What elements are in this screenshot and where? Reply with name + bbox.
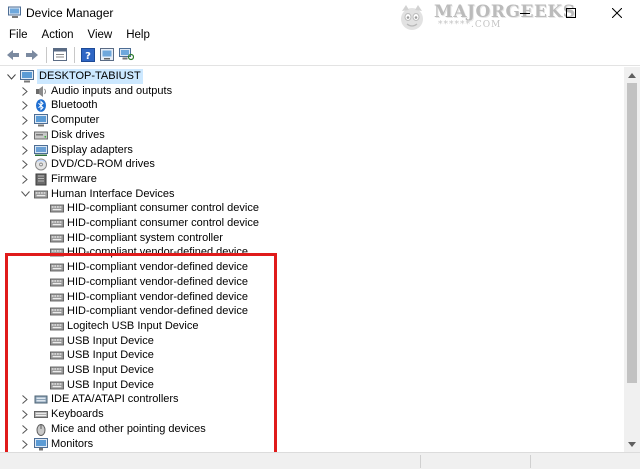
- maximize-button[interactable]: [548, 0, 594, 26]
- tree-category[interactable]: Firmware: [20, 172, 97, 187]
- tree-category[interactable]: Human Interface Devices: [20, 187, 175, 202]
- display-adapter-icon: [34, 144, 48, 157]
- vertical-scrollbar[interactable]: [624, 67, 640, 452]
- tree-category[interactable]: Display adapters: [20, 143, 133, 158]
- status-bar: [0, 452, 640, 469]
- title-bar: Device Manager MAJORGEEKS ******.COM: [0, 0, 640, 30]
- help-icon: ?: [81, 47, 95, 62]
- update-driver-icon: [100, 48, 114, 61]
- tree-item-label: Bluetooth: [51, 99, 98, 112]
- tree-item-label: Human Interface Devices: [51, 187, 175, 200]
- menu-bar: File Action View Help: [0, 26, 640, 44]
- computer-icon: [20, 70, 34, 83]
- tree-category[interactable]: Bluetooth: [20, 98, 97, 113]
- scan-hardware-button[interactable]: [117, 46, 135, 64]
- bluetooth-icon: [34, 99, 48, 113]
- tree-item-label: HID-compliant consumer control device: [67, 217, 259, 229]
- forward-button[interactable]: [23, 46, 41, 64]
- toolbar: ?: [0, 44, 640, 66]
- tree-item-label: Disk drives: [51, 128, 105, 141]
- close-button[interactable]: [594, 0, 640, 26]
- tree-item-label: Audio inputs and outputs: [51, 84, 173, 97]
- menu-view[interactable]: View: [81, 29, 120, 41]
- toolbar-separator: [46, 46, 47, 63]
- tree-category[interactable]: Audio inputs and outputs: [20, 84, 172, 99]
- tree-category[interactable]: Computer: [20, 113, 99, 128]
- device-manager-icon: [8, 6, 21, 18]
- tree-device[interactable]: HID-compliant consumer control device: [36, 216, 259, 231]
- menu-help[interactable]: Help: [119, 29, 157, 41]
- dvd-drive-icon: [34, 158, 48, 171]
- update-driver-button[interactable]: [98, 46, 116, 64]
- status-pane: [420, 455, 421, 468]
- menu-action[interactable]: Action: [35, 29, 81, 41]
- tree-root-label: DESKTOP-TABIUST: [37, 69, 143, 84]
- status-pane: [530, 455, 531, 468]
- tree-category[interactable]: Disk drives: [20, 128, 105, 143]
- chevron-down-icon[interactable]: [6, 72, 16, 82]
- chevron-right-icon[interactable]: [20, 130, 30, 140]
- tree-item-label: Computer: [51, 114, 100, 127]
- back-button[interactable]: [4, 46, 22, 64]
- tree-device[interactable]: HID-compliant consumer control device: [36, 201, 259, 216]
- chevron-down-icon: [628, 441, 636, 447]
- back-arrow-icon: [7, 49, 19, 60]
- chevron-right-icon[interactable]: [20, 86, 30, 96]
- firmware-icon: [34, 173, 48, 186]
- tree-root[interactable]: DESKTOP-TABIUST: [6, 69, 143, 84]
- tree-device[interactable]: HID-compliant system controller: [36, 231, 223, 246]
- minimize-button[interactable]: [502, 0, 548, 26]
- chevron-right-icon[interactable]: [20, 145, 30, 155]
- tree-item-label: Display adapters: [51, 143, 133, 156]
- disk-drive-icon: [34, 129, 48, 142]
- computer-icon: [34, 114, 48, 127]
- hid-device-icon: [50, 232, 64, 245]
- speaker-icon: [34, 85, 48, 98]
- scroll-down-button[interactable]: [624, 436, 640, 452]
- scan-hardware-icon: [118, 48, 134, 61]
- device-tree: DESKTOP-TABIUST Audio inputs and outputs…: [0, 67, 624, 452]
- hid-highlight-box: [5, 253, 277, 452]
- scrollbar-thumb[interactable]: [627, 83, 637, 383]
- properties-icon: [53, 48, 67, 61]
- chevron-right-icon[interactable]: [20, 101, 30, 111]
- chevron-right-icon[interactable]: [20, 116, 30, 126]
- minimize-icon: [520, 13, 530, 14]
- hid-device-icon: [50, 202, 64, 215]
- close-icon: [612, 8, 622, 18]
- help-button[interactable]: ?: [79, 46, 97, 64]
- hid-icon: [34, 188, 48, 201]
- menu-file[interactable]: File: [2, 29, 35, 41]
- hid-device-icon: [50, 217, 64, 230]
- forward-arrow-icon: [26, 49, 38, 60]
- chevron-up-icon: [628, 72, 636, 78]
- tree-item-label: HID-compliant consumer control device: [67, 202, 259, 215]
- window-title: Device Manager: [26, 6, 114, 20]
- chevron-right-icon[interactable]: [20, 160, 30, 170]
- properties-button[interactable]: [51, 46, 69, 64]
- scroll-up-button[interactable]: [624, 67, 640, 83]
- chevron-right-icon[interactable]: [20, 174, 30, 184]
- tree-category[interactable]: DVD/CD-ROM drives: [20, 157, 155, 172]
- tree-item-label: DVD/CD-ROM drives: [51, 158, 155, 171]
- tree-item-label: Firmware: [51, 172, 97, 185]
- chevron-down-icon[interactable]: [20, 189, 30, 199]
- tree-item-label: HID-compliant system controller: [67, 231, 223, 244]
- toolbar-separator: [74, 46, 75, 63]
- svg-text:?: ?: [85, 51, 91, 62]
- maximize-icon: [566, 8, 576, 18]
